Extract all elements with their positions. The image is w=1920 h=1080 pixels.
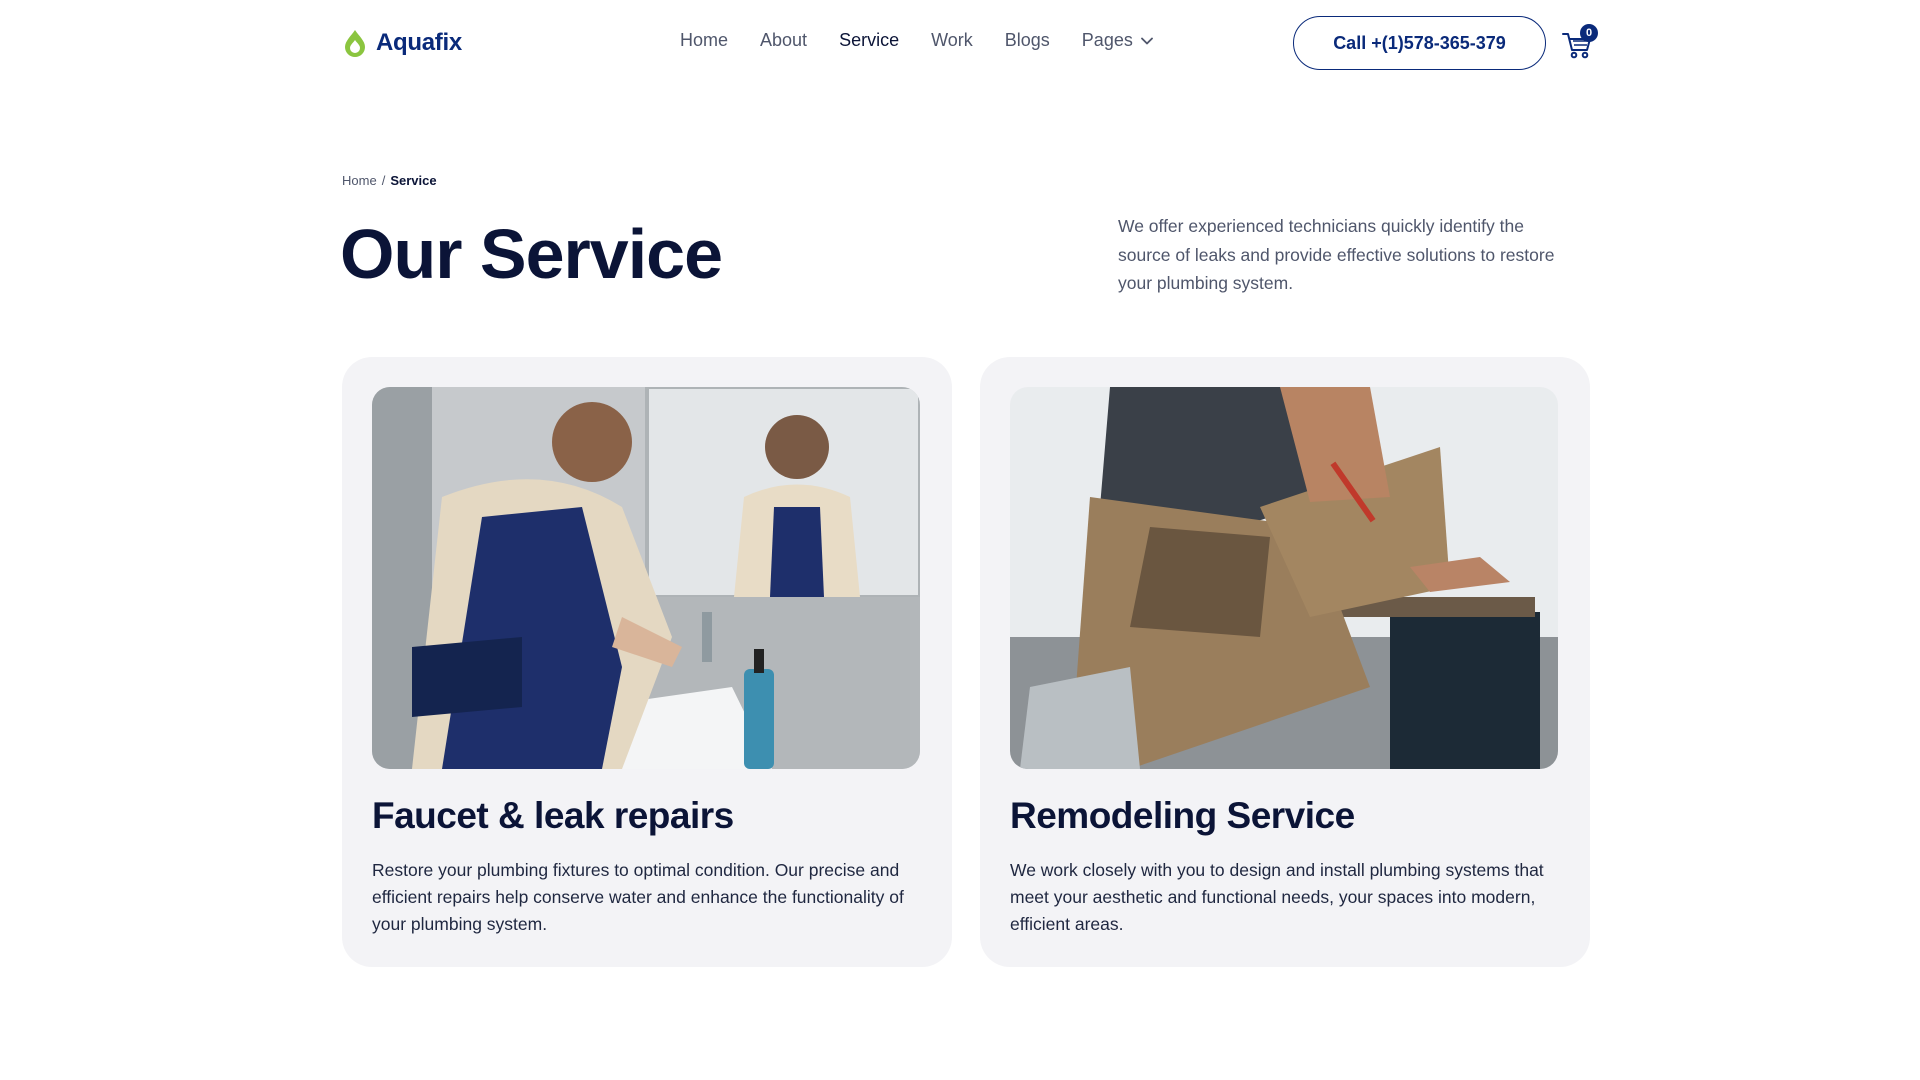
chevron-down-icon <box>1140 37 1153 44</box>
service-description: We work closely with you to design and i… <box>1010 860 1544 934</box>
logo-text: Aquafix <box>376 29 462 56</box>
page-intro: We offer experienced technicians quickly… <box>1118 216 1555 293</box>
nav-about[interactable]: About <box>760 30 807 51</box>
breadcrumb: Home / Service <box>342 173 437 188</box>
breadcrumb-current: Service <box>390 173 437 188</box>
nav-pages[interactable]: Pages <box>1082 30 1153 51</box>
service-image-remodeling-worker <box>1010 387 1558 769</box>
nav-home[interactable]: Home <box>680 30 728 51</box>
breadcrumb-home[interactable]: Home <box>342 173 377 188</box>
site-header: Aquafix Home About Service Work Blogs Pa… <box>0 0 1920 86</box>
logo[interactable]: Aquafix <box>342 28 462 58</box>
service-image-plumber-faucet <box>372 387 920 769</box>
main-nav: Home About Service Work Blogs Pages <box>680 30 1153 51</box>
water-drop-icon <box>345 30 365 57</box>
service-card-remodeling[interactable]: Remodeling Service We work closely with … <box>980 357 1590 967</box>
cart-count-badge: 0 <box>1580 24 1598 42</box>
service-title[interactable]: Faucet & leak repairs <box>372 793 734 839</box>
service-description: Restore your plumbing fixtures to optima… <box>372 860 904 934</box>
call-button[interactable]: Call +(1)578-365-379 <box>1293 16 1546 70</box>
nav-service[interactable]: Service <box>839 30 899 51</box>
nav-work[interactable]: Work <box>931 30 973 51</box>
service-card-faucet[interactable]: Faucet & leak repairs Restore your plumb… <box>342 357 952 967</box>
nav-blogs[interactable]: Blogs <box>1005 30 1050 51</box>
nav-pages-label: Pages <box>1081 30 1133 50</box>
breadcrumb-separator: / <box>381 173 386 188</box>
service-title[interactable]: Remodeling Service <box>1010 793 1355 839</box>
page-title: Our Service <box>340 215 723 293</box>
